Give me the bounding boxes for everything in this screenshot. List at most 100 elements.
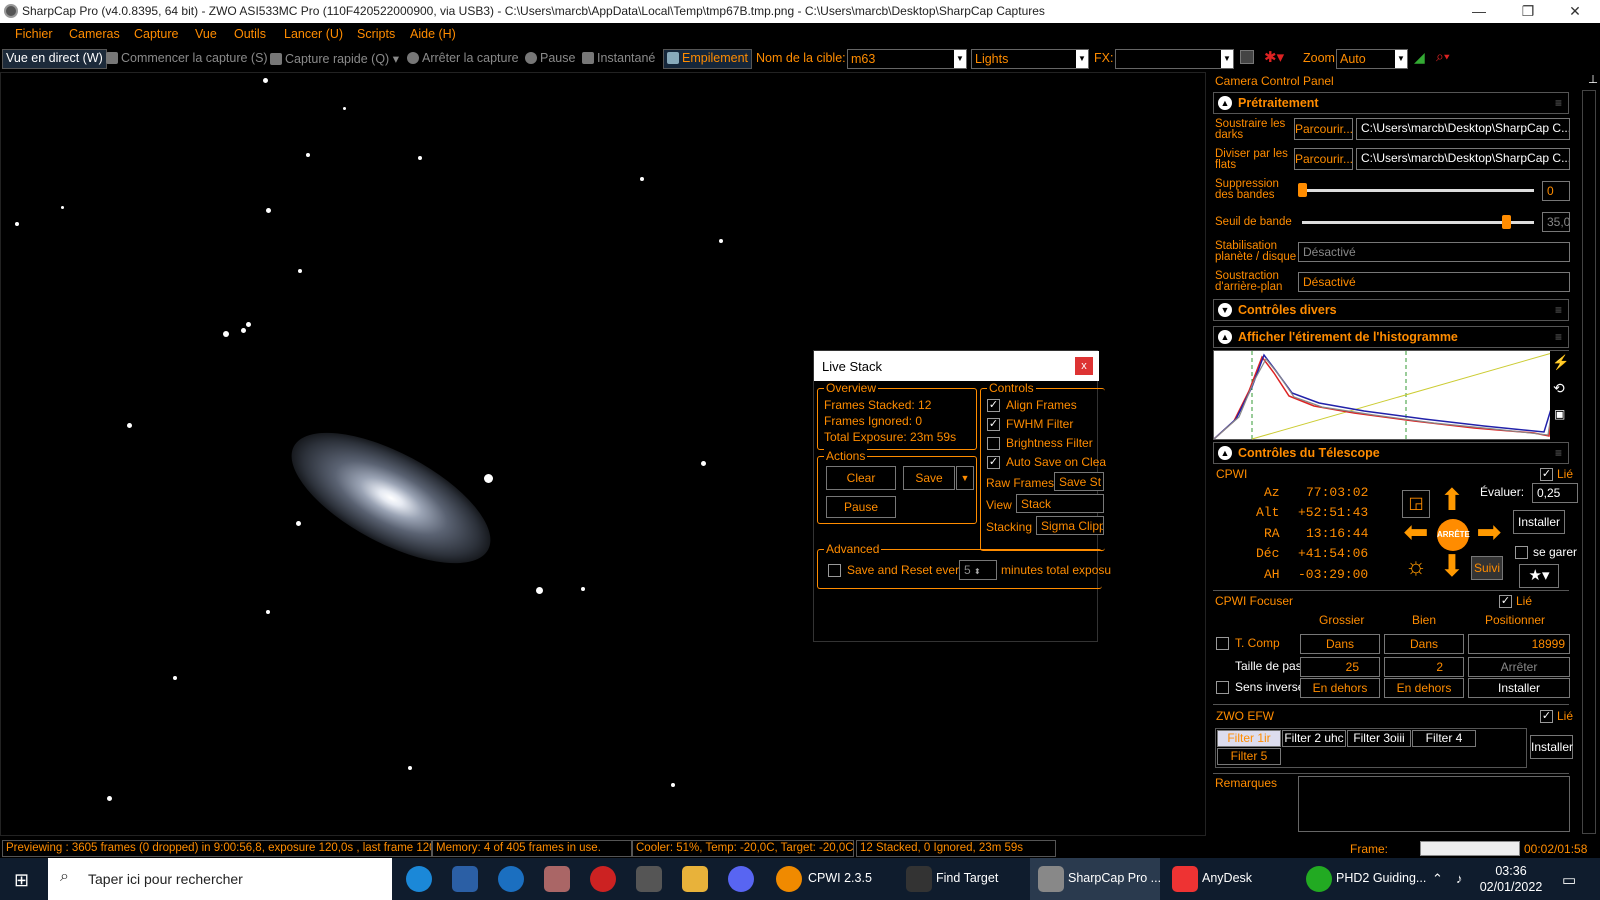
flats-path[interactable]: C:\Users\marcb\Desktop\SharpCap C... (1356, 148, 1570, 170)
folder-icon[interactable] (682, 866, 708, 892)
start-capture-button[interactable]: Commencer la capture (S) (106, 51, 268, 65)
star-button[interactable]: ★▾ (1519, 564, 1559, 588)
windows-start-icon[interactable]: ⊞ (14, 870, 29, 891)
minimize-button[interactable]: — (1456, 0, 1502, 23)
clock-date[interactable]: 02/01/2022 (1478, 880, 1544, 894)
fx-select[interactable]: ▼ (1115, 49, 1234, 69)
pause-button[interactable]: Pause (525, 51, 575, 65)
banding-value[interactable]: 0 (1542, 181, 1570, 201)
taskbar-app-find-target[interactable]: Find Target (936, 871, 998, 885)
menu-aide[interactable]: Aide (H) (410, 27, 456, 41)
grid-toggle-icon[interactable] (1240, 50, 1254, 64)
reset-icon[interactable]: ⟲ (1553, 381, 1565, 395)
filter-2-button[interactable]: Filter 2 uhc (1282, 730, 1346, 747)
coarse-out-button[interactable]: En dehors (1300, 678, 1380, 698)
app-icon[interactable] (498, 866, 524, 892)
darks-path[interactable]: C:\Users\marcb\Desktop\SharpCap C... (1356, 118, 1570, 140)
tray-chevron-icon[interactable]: ⌃ (1432, 871, 1443, 887)
menu-outils[interactable]: Outils (234, 27, 266, 41)
app-icon[interactable] (544, 866, 570, 892)
taskbar-app-phd2[interactable]: PHD2 Guiding... (1336, 871, 1426, 885)
notes-textarea[interactable] (1298, 776, 1570, 832)
tracking-button[interactable]: Suivi (1471, 556, 1503, 580)
clear-button[interactable]: Clear (826, 466, 896, 490)
menu-icon[interactable]: ≡ (1555, 96, 1562, 110)
phd2-icon[interactable] (1306, 866, 1332, 892)
menu-icon[interactable]: ≡ (1555, 330, 1562, 344)
lightning-icon[interactable]: ⚡ (1552, 355, 1569, 369)
target-sun-icon[interactable]: ☼ (1400, 552, 1432, 584)
rate-select[interactable]: 0,25 (1532, 483, 1578, 503)
histogram-icon[interactable]: ◢ (1414, 49, 1425, 66)
notification-icon[interactable]: ▭ (1562, 871, 1576, 889)
filter-3-button[interactable]: Filter 3oiii (1347, 730, 1411, 747)
menu-fichier[interactable]: Fichier (15, 27, 53, 41)
minutes-stepper[interactable]: 5 ⬍ (959, 560, 997, 580)
efw-install-button[interactable]: Installer (1530, 735, 1573, 759)
frame-type-select[interactable]: Lights ▼ (971, 49, 1089, 69)
taskbar-app-sharpcap[interactable]: SharpCap Pro ... (1068, 871, 1161, 885)
taskbar-app-cpwi[interactable]: CPWI 2.3.5 (808, 871, 872, 885)
panel-scrollbar[interactable] (1582, 90, 1596, 834)
app-icon[interactable] (452, 866, 478, 892)
flats-browse-button[interactable]: Parcourir... (1294, 148, 1353, 170)
fine-out-button[interactable]: En dehors (1384, 678, 1464, 698)
menu-vue[interactable]: Vue (195, 27, 217, 41)
stop-capture-button[interactable]: Arrêter la capture (407, 51, 519, 65)
stop-slew-button[interactable]: ARRÊTE (1437, 519, 1470, 551)
threshold-slider-track[interactable] (1302, 221, 1534, 224)
menu-icon[interactable]: ≡ (1555, 446, 1562, 460)
target-name-input[interactable]: m63 ▼ (847, 49, 967, 69)
view-select[interactable]: Stack (1016, 494, 1104, 513)
snapshot-button[interactable]: Instantané (582, 51, 655, 65)
reverse-checkbox[interactable] (1216, 681, 1229, 694)
threshold-slider-knob[interactable] (1502, 215, 1512, 229)
focuser-linked-checkbox[interactable]: ✓ (1499, 595, 1512, 608)
quick-capture-button[interactable]: Capture rapide (Q) ▾ (270, 51, 399, 66)
coarse-in-button[interactable]: Dans (1300, 634, 1380, 654)
slew-down-arrow-icon[interactable]: ⬇ (1436, 552, 1468, 584)
pin-icon[interactable]: ⊥ (1588, 74, 1598, 86)
telescope-header[interactable]: ▲ Contrôles du Télescope ≡ (1213, 442, 1569, 464)
histogram-chart[interactable]: ⚡ ⟲ ▣ (1213, 350, 1570, 441)
stacking-select[interactable]: Sigma Clipp (1036, 516, 1104, 535)
filter-5-button[interactable]: Filter 5 (1217, 748, 1281, 765)
anydesk-icon[interactable] (1172, 866, 1198, 892)
edge-icon[interactable] (406, 866, 432, 892)
save-reset-checkbox[interactable] (828, 564, 841, 577)
crosshair-icon[interactable]: ✱▾ (1264, 48, 1284, 66)
tcomp-checkbox[interactable] (1216, 637, 1229, 650)
save-menu-button[interactable]: ▼ (956, 466, 974, 490)
close-button[interactable]: ✕ (1552, 0, 1598, 23)
filter-1-button[interactable]: Filter 1ir (1217, 730, 1281, 747)
banding-slider-track[interactable] (1302, 189, 1534, 192)
mount-install-button[interactable]: Installer (1513, 510, 1565, 534)
app-icon[interactable] (590, 866, 616, 892)
fwhm-filter-checkbox[interactable]: ✓ (987, 418, 1000, 431)
park-checkbox[interactable] (1515, 546, 1528, 559)
focuser-position-input[interactable]: 18999 (1468, 634, 1570, 654)
focuser-stop-button[interactable]: Arrêter (1468, 657, 1570, 677)
taskbar-app-anydesk[interactable]: AnyDesk (1202, 871, 1252, 885)
filter-4-button[interactable]: Filter 4 (1412, 730, 1476, 747)
live-view-button[interactable]: Vue en direct (W) (2, 49, 107, 69)
auto-save-checkbox[interactable]: ✓ (987, 456, 1000, 469)
threshold-value[interactable]: 35,0 (1542, 212, 1570, 232)
histogram-header[interactable]: ▲ Afficher l'étirement de l'histogramme ≡ (1213, 326, 1569, 348)
magnify-icon[interactable]: ⌕▾ (1436, 48, 1450, 65)
bg-subtraction-select[interactable]: Désactivé (1298, 272, 1570, 292)
taskbar-search-box[interactable]: ⌕ Taper ici pour rechercher (48, 858, 392, 900)
sharpcap-icon[interactable] (1038, 866, 1064, 892)
preprocessing-header[interactable]: ▲ Prétraitement ≡ (1213, 92, 1569, 114)
find-target-icon[interactable] (906, 866, 932, 892)
zoom-select[interactable]: Auto ▼ (1336, 49, 1408, 69)
mount-linked-checkbox[interactable]: ✓ (1540, 468, 1553, 481)
focuser-install-button[interactable]: Installer (1468, 678, 1570, 698)
misc-controls-header[interactable]: ▼ Contrôles divers ≡ (1213, 299, 1569, 321)
slew-left-arrow-icon[interactable]: ⬅ (1400, 518, 1432, 550)
pause-stack-button[interactable]: Pause (826, 496, 896, 518)
slew-up-arrow-icon[interactable]: ⬆ (1436, 486, 1468, 518)
discord-icon[interactable] (728, 866, 754, 892)
menu-capture[interactable]: Capture (134, 27, 178, 41)
stabilisation-select[interactable]: Désactivé (1298, 242, 1570, 262)
